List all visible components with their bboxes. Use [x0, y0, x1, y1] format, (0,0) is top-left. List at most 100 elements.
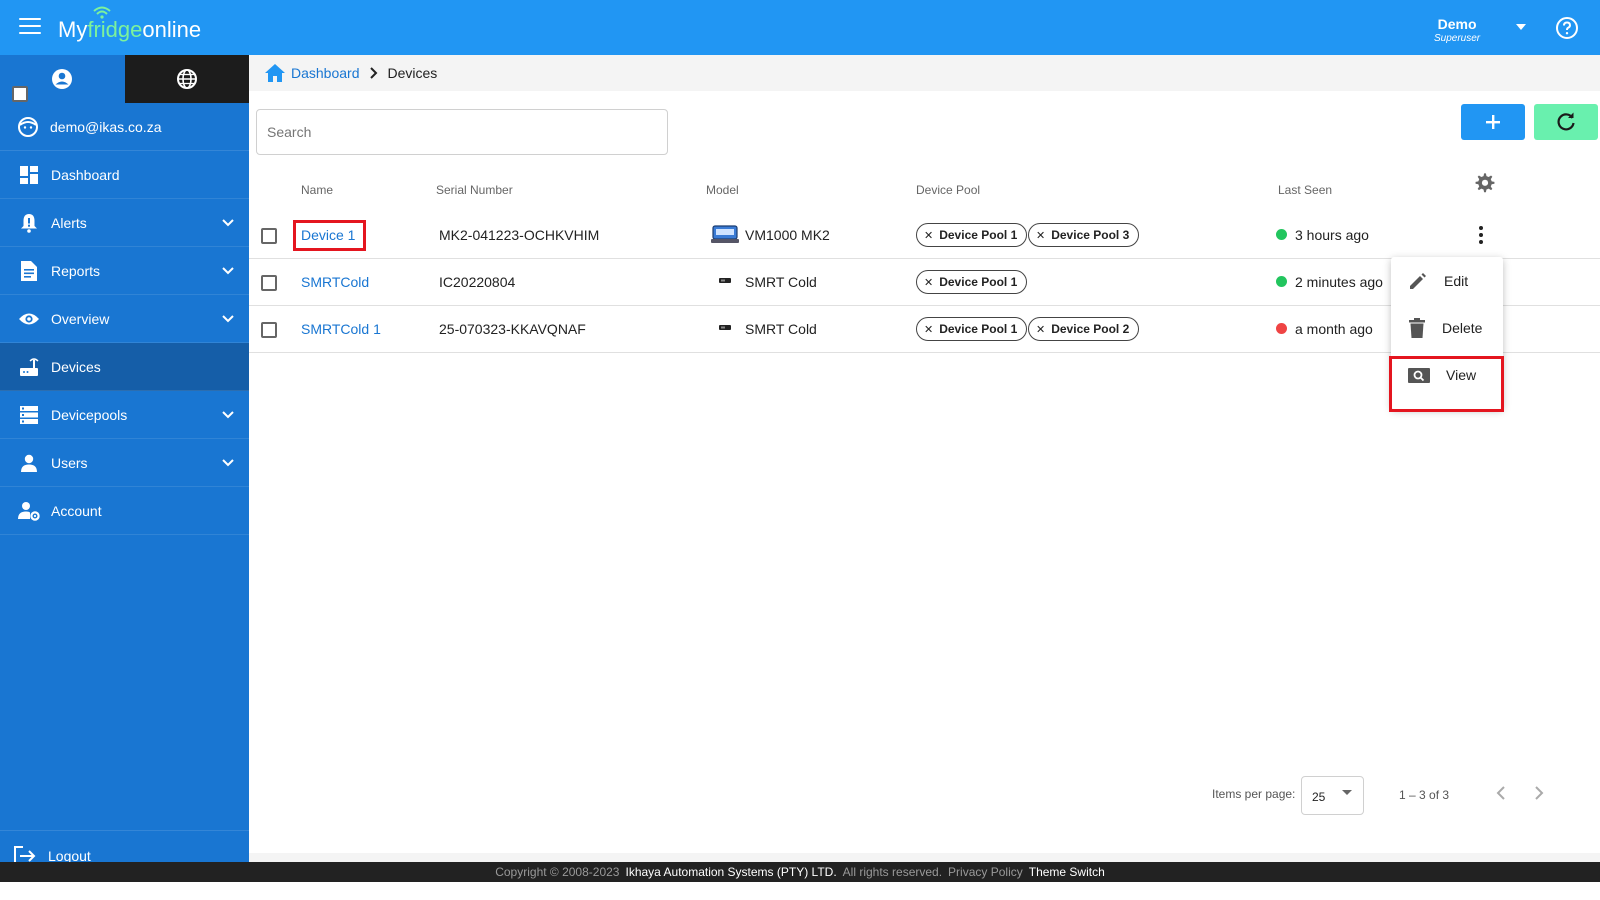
plus-icon: [1486, 115, 1500, 129]
breadcrumb: Dashboard Devices: [249, 55, 1600, 91]
column-header-serial[interactable]: Serial Number: [436, 183, 513, 197]
device-name-link[interactable]: SMRTCold: [301, 274, 369, 290]
dashboard-icon: [20, 165, 38, 184]
chevron-down-icon[interactable]: [222, 219, 234, 227]
gear-icon[interactable]: [1474, 172, 1496, 194]
remove-icon[interactable]: ✕: [1036, 323, 1045, 336]
sidebar-item-overview[interactable]: Overview: [0, 295, 249, 343]
top-bar: Myfridgeonline Demo Superuser: [0, 0, 1600, 55]
footer: Copyright © 2008-2023 Ikhaya Automation …: [0, 862, 1600, 882]
page-range: 1 – 3 of 3: [1399, 788, 1450, 802]
status-online-dot: [1276, 276, 1287, 287]
row-checkbox[interactable]: [261, 275, 277, 291]
row-checkbox[interactable]: [261, 322, 277, 338]
sidebar-item-alerts[interactable]: Alerts: [0, 199, 249, 247]
sidebar-item-label: Overview: [51, 310, 110, 327]
user-menu[interactable]: Demo Superuser: [1434, 16, 1480, 44]
home-icon[interactable]: [265, 64, 285, 82]
remove-icon[interactable]: ✕: [1036, 229, 1045, 242]
chevron-down-icon[interactable]: [222, 315, 234, 323]
highlight-box: [293, 220, 366, 251]
device-pool-chip: ✕ Device Pool 1: [916, 223, 1028, 247]
company-name: Ikhaya Automation Systems (PTY) LTD.: [625, 865, 837, 879]
privacy-policy-link[interactable]: Privacy Policy: [948, 865, 1023, 879]
storage-icon: [20, 405, 38, 424]
add-device-button[interactable]: [1461, 104, 1525, 140]
menu-item-label: Delete: [1442, 319, 1483, 336]
next-page-icon[interactable]: [1529, 783, 1549, 803]
table-header: Name Serial Number Model Device Pool Las…: [12, 86, 1600, 211]
refresh-icon: [1557, 112, 1575, 131]
tab-global[interactable]: [124, 55, 249, 103]
select-all-checkbox[interactable]: [12, 86, 28, 102]
user-email: demo@ikas.co.za: [0, 103, 249, 151]
device-pool-chip: ✕ Device Pool 3: [1028, 223, 1140, 247]
help-icon[interactable]: [1555, 16, 1579, 40]
menu-item-edit[interactable]: Edit: [1391, 257, 1503, 304]
column-header-last-seen[interactable]: Last Seen: [1278, 183, 1332, 197]
user-role: Superuser: [1434, 33, 1481, 44]
account-settings-icon: [18, 501, 40, 521]
serial-number: IC20220804: [439, 274, 516, 290]
theme-switch-link[interactable]: Theme Switch: [1029, 865, 1105, 879]
person-icon: [21, 454, 37, 472]
sidebar-item-account[interactable]: Account: [0, 487, 249, 535]
chevron-down-icon[interactable]: [222, 267, 234, 275]
edit-icon: [1410, 272, 1426, 289]
chevron-down-icon[interactable]: [222, 459, 234, 467]
globe-icon: [176, 69, 197, 89]
last-seen: 2 minutes ago: [1295, 274, 1383, 290]
rights-text: All rights reserved.: [842, 865, 943, 879]
router-icon: [20, 357, 39, 376]
app-logo[interactable]: Myfridgeonline: [58, 17, 201, 43]
items-per-page-select[interactable]: 25: [1301, 776, 1364, 815]
device-pool-chip: ✕ Device Pool 2: [1028, 317, 1140, 341]
row-checkbox[interactable]: [261, 228, 277, 244]
remove-icon[interactable]: ✕: [924, 229, 933, 242]
sidebar-item-users[interactable]: Users: [0, 439, 249, 487]
devices-panel: Name Serial Number Model Device Pool Las…: [12, 86, 1600, 853]
smrt-cold-device-icon: [719, 325, 731, 330]
account-circle-icon: [52, 69, 73, 89]
sidebar-item-dashboard[interactable]: Dashboard: [0, 151, 249, 199]
sidebar-item-label: Dashboard: [51, 166, 120, 183]
paginator: Items per page: 25 1 – 3 of 3: [249, 771, 1600, 817]
search-input[interactable]: [256, 109, 668, 155]
sidebar-item-label: Account: [51, 502, 102, 519]
serial-number: MK2-041223-OCHKVHIM: [439, 227, 600, 243]
status-offline-dot: [1276, 323, 1287, 334]
sidebar-item-devicepools[interactable]: Devicepools: [0, 391, 249, 439]
column-header-device-pool[interactable]: Device Pool: [916, 183, 980, 197]
user-name: Demo: [1437, 16, 1477, 32]
column-header-name[interactable]: Name: [301, 183, 333, 197]
sidebar-item-reports[interactable]: Reports: [0, 247, 249, 295]
highlight-box: [1389, 356, 1504, 412]
refresh-button[interactable]: [1534, 104, 1598, 140]
breadcrumb-dashboard-link[interactable]: Dashboard: [291, 65, 360, 81]
menu-item-delete[interactable]: Delete: [1391, 304, 1503, 351]
remove-icon[interactable]: ✕: [924, 323, 933, 336]
sidebar-item-devices[interactable]: Devices: [0, 343, 249, 391]
sidebar: demo@ikas.co.za Dashboard Alerts Reports…: [0, 55, 249, 880]
menu-icon[interactable]: [19, 18, 41, 36]
table-row[interactable]: Device 1 MK2-041223-OCHKVHIM VM1000 MK2 …: [249, 212, 1600, 259]
previous-page-icon[interactable]: [1491, 783, 1511, 803]
column-header-model[interactable]: Model: [706, 183, 739, 197]
delete-icon: [1409, 317, 1425, 338]
eye-icon: [19, 313, 39, 324]
more-vert-icon[interactable]: [1478, 224, 1484, 246]
face-icon: [18, 116, 38, 137]
last-seen: 3 hours ago: [1295, 227, 1369, 243]
model-name: SMRT Cold: [745, 274, 817, 290]
sidebar-item-label: Users: [51, 454, 88, 471]
model-name: VM1000 MK2: [745, 227, 830, 243]
last-seen: a month ago: [1295, 321, 1373, 337]
device-name-link[interactable]: SMRTCold 1: [301, 321, 381, 337]
remove-icon[interactable]: ✕: [924, 276, 933, 289]
menu-item-label: Edit: [1444, 272, 1469, 289]
caret-down-icon[interactable]: [1516, 22, 1526, 32]
items-per-page-label: Items per page:: [1212, 787, 1296, 801]
sidebar-item-label: Devicepools: [51, 406, 128, 423]
device-pool-chip: ✕ Device Pool 1: [916, 270, 1028, 294]
chevron-down-icon[interactable]: [222, 411, 234, 419]
